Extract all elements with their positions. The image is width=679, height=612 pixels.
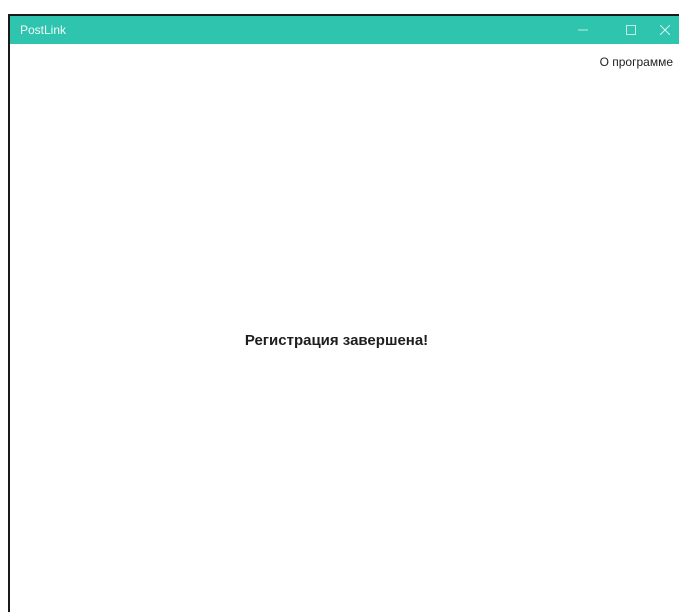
close-icon (660, 25, 670, 35)
title-bar[interactable]: PostLink (10, 16, 679, 44)
maximize-button[interactable] (616, 16, 646, 44)
maximize-icon (626, 25, 636, 35)
minimize-icon (578, 25, 588, 35)
close-button[interactable] (650, 16, 679, 44)
registration-complete-message: Регистрация завершена! (244, 332, 429, 349)
about-link[interactable]: О программе (600, 55, 673, 69)
window-title: PostLink (20, 23, 67, 37)
app-window: PostLink О программе Регистрация заверше… (8, 14, 679, 612)
minimize-button[interactable] (568, 16, 598, 44)
